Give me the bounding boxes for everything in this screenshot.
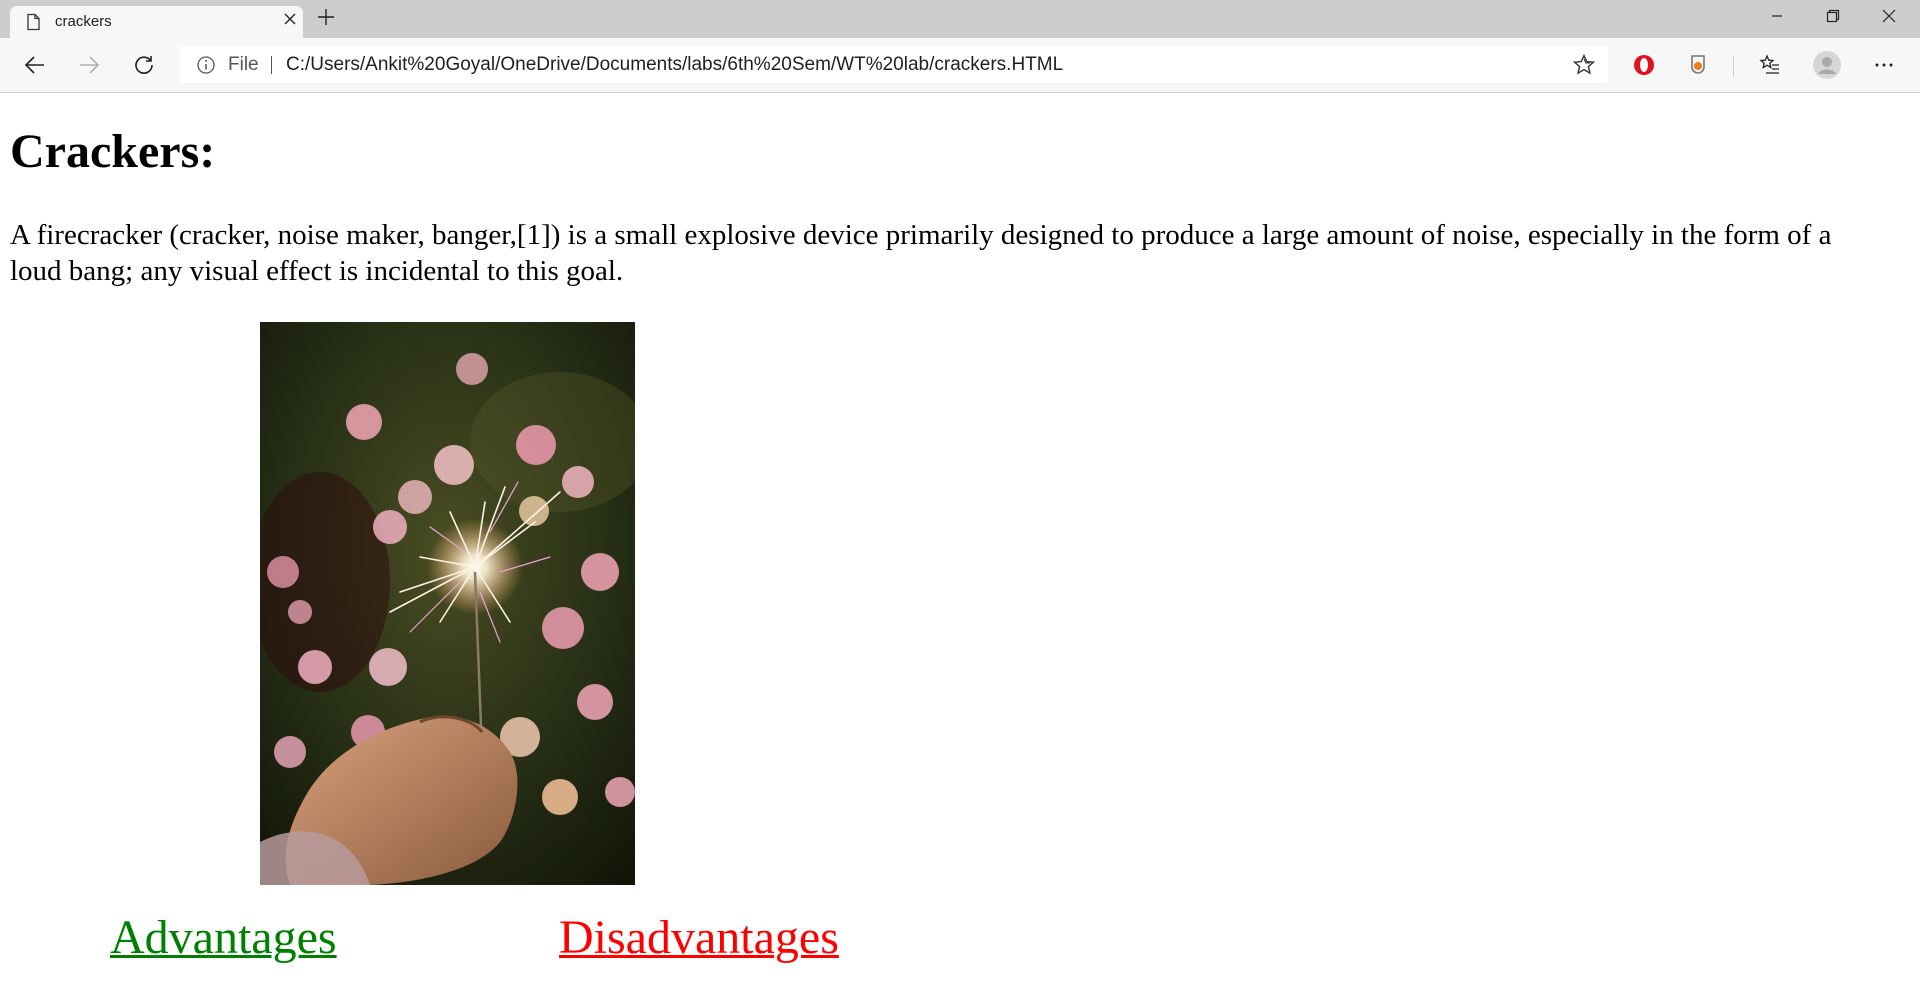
- opera-extension-button[interactable]: [1626, 47, 1662, 83]
- ellipsis-icon: [1875, 63, 1893, 67]
- advantages-link[interactable]: Advantages: [110, 911, 337, 965]
- more-options-button[interactable]: [1866, 47, 1902, 83]
- sparkler-photo: [260, 322, 635, 885]
- shield-extension-icon: [1691, 55, 1705, 74]
- info-icon[interactable]: [196, 55, 216, 75]
- tab-strip: crackers: [0, 0, 1920, 38]
- favorites-list-icon: [1759, 54, 1779, 74]
- refresh-button[interactable]: [126, 47, 162, 83]
- favorite-star-icon[interactable]: [1572, 53, 1596, 77]
- favorites-button[interactable]: [1752, 47, 1788, 83]
- forward-button[interactable]: [71, 47, 107, 83]
- back-arrow-icon: [24, 56, 44, 74]
- close-window-button[interactable]: [1861, 0, 1917, 32]
- url-text[interactable]: C:/Users/Ankit%20Goyal/OneDrive/Document…: [286, 54, 1063, 75]
- back-button[interactable]: [17, 47, 53, 83]
- sparkler-image: [260, 322, 635, 885]
- disadvantages-link[interactable]: Disadvantages: [559, 911, 839, 965]
- refresh-icon: [135, 56, 153, 74]
- restore-button[interactable]: [1805, 0, 1861, 32]
- close-tab-icon[interactable]: [281, 12, 299, 30]
- forward-arrow-icon: [80, 56, 100, 74]
- extension-button[interactable]: [1680, 47, 1716, 83]
- tab-title: crackers: [55, 13, 112, 30]
- description-paragraph: A firecracker (cracker, noise maker, ban…: [10, 219, 1832, 287]
- browser-toolbar: File C:/Users/Ankit%20Goyal/OneDrive/Doc…: [0, 38, 1920, 93]
- page-icon: [27, 13, 40, 31]
- toolbar-separator: [1733, 55, 1734, 77]
- new-tab-button[interactable]: [314, 6, 338, 30]
- page-heading: Crackers:: [10, 125, 216, 178]
- minimize-button[interactable]: [1749, 0, 1805, 32]
- browser-tab[interactable]: crackers: [10, 6, 303, 38]
- avatar-icon: [1813, 51, 1841, 79]
- profile-button[interactable]: [1809, 47, 1845, 83]
- address-bar[interactable]: File C:/Users/Ankit%20Goyal/OneDrive/Doc…: [180, 46, 1608, 83]
- address-separator: [271, 56, 272, 74]
- scheme-label: File: [228, 54, 259, 75]
- opera-icon: [1634, 55, 1654, 75]
